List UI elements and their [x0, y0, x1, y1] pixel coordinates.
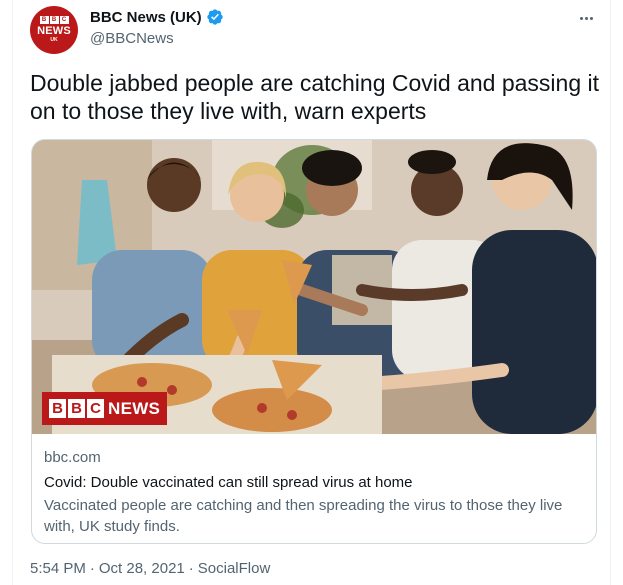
tweet-date[interactable]: Oct 28, 2021 [99, 560, 185, 577]
meta-separator-1: · [89, 560, 95, 577]
avatar-block-2: B [49, 16, 59, 24]
meta-separator-2: · [188, 560, 194, 577]
logo-block-2: B [68, 399, 85, 418]
card-body: bbc.com Covid: Double vaccinated can sti… [32, 434, 596, 537]
card-image[interactable]: B B C NEWS [32, 140, 596, 434]
avatar[interactable]: B B C NEWS UK [30, 6, 78, 54]
tweet-time[interactable]: 5:54 PM [30, 560, 86, 577]
logo-news-word: NEWS [108, 398, 161, 418]
author-name-row: BBC News (UK) [90, 8, 224, 26]
more-options-icon[interactable] [576, 10, 596, 26]
tweet-source[interactable]: SocialFlow [198, 560, 271, 577]
logo-block-1: B [49, 399, 66, 418]
logo-block-3: C [87, 399, 104, 418]
card-description: Vaccinated people are catching and then … [44, 497, 563, 535]
link-card[interactable]: B B C NEWS bbc.com Covid: Double vaccina… [31, 139, 597, 544]
verified-badge-icon [207, 9, 223, 25]
avatar-bbc-blocks: B B C [39, 16, 69, 24]
author-display-name[interactable]: BBC News (UK) [90, 9, 202, 26]
card-domain: bbc.com [44, 449, 101, 466]
avatar-block-1: B [39, 16, 49, 24]
avatar-block-3: C [59, 16, 69, 24]
card-title[interactable]: Covid: Double vaccinated can still sprea… [44, 472, 584, 494]
author-handle[interactable]: @BBCNews [90, 30, 174, 47]
bbc-news-logo: B B C NEWS [42, 392, 168, 425]
avatar-news-word: NEWS [37, 25, 71, 37]
tweet-text: Double jabbed people are catching Covid … [30, 70, 600, 124]
tweet-container: B B C NEWS UK BBC News (UK) @BBCNews Dou… [12, 0, 611, 585]
card-photo [32, 140, 596, 434]
avatar-region: UK [50, 37, 58, 43]
tweet-meta: 5:54 PM · Oct 28, 2021 · SocialFlow [30, 560, 270, 577]
